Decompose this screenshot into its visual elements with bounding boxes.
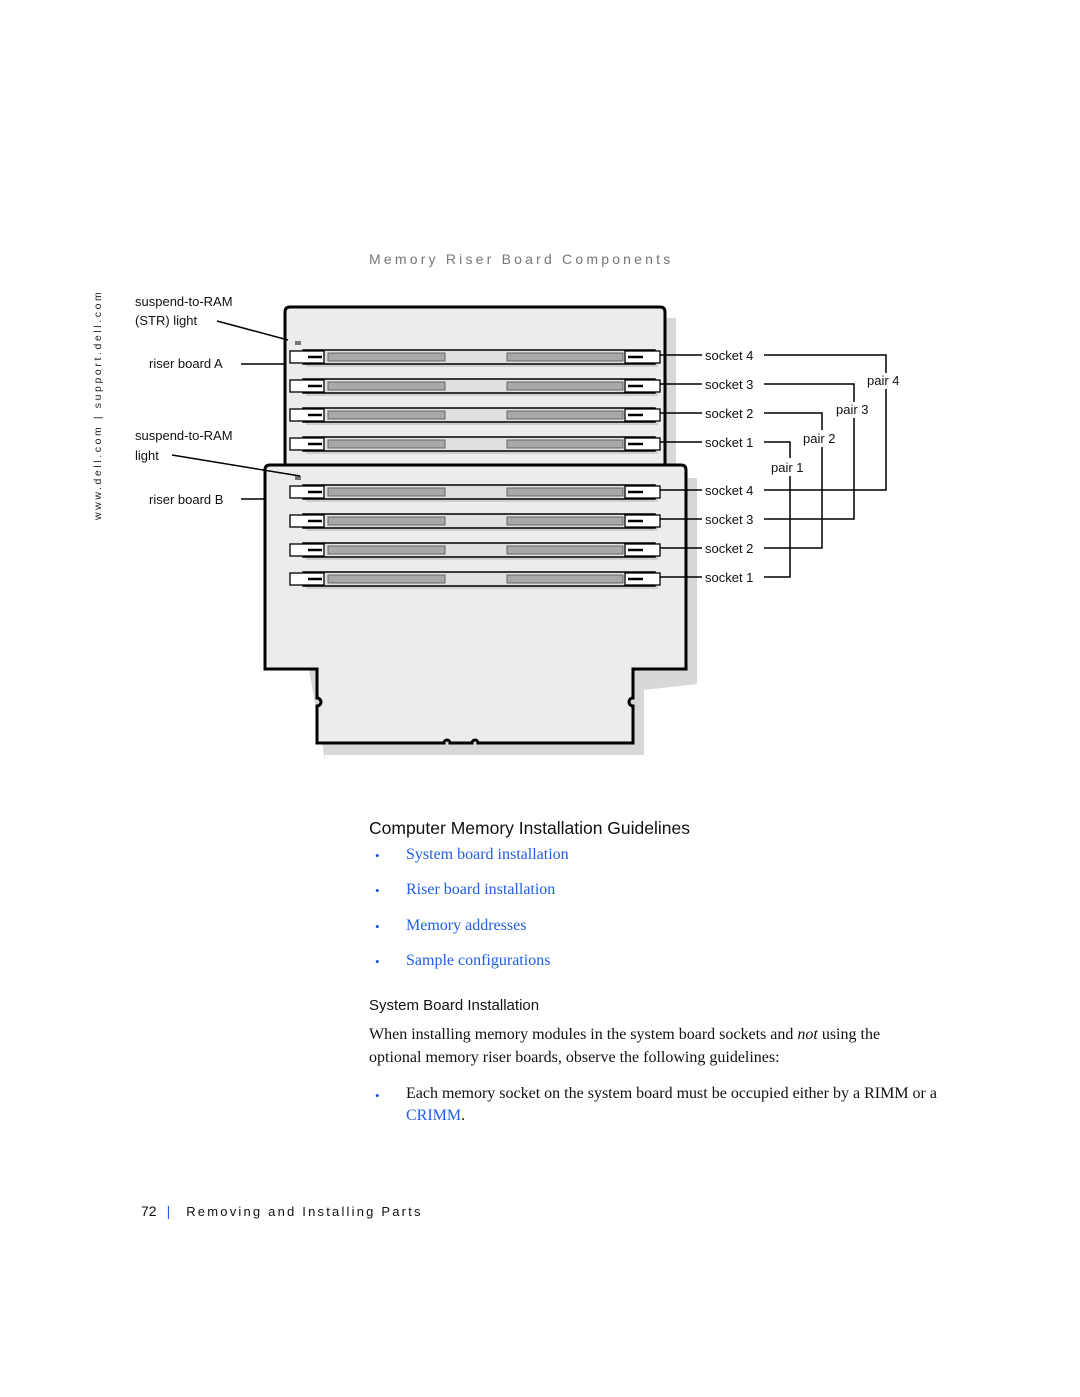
callout-riser-board-a: riser board A [149,356,223,371]
socket-label-b-2: socket 2 [705,541,753,556]
footer-section-title: Removing and Installing Parts [186,1204,423,1219]
socket-label-a-2: socket 2 [705,406,753,421]
guidelines-toc: • System board installation • Riser board … [369,846,569,987]
toc-link-system-board[interactable]: System board installation [406,846,569,864]
toc-item: • Memory addresses [369,917,569,952]
socket-label-b-3: socket 3 [705,512,753,527]
rimm-slot-a-2 [289,407,661,425]
rimm-slot-b-2 [289,542,661,560]
rimm-slot-a-4 [289,349,661,367]
toc-link-memory-addresses[interactable]: Memory addresses [406,917,526,935]
section-heading: Computer Memory Installation Guidelines [369,818,690,838]
callout-str-light-a-line2: (STR) light [135,313,198,328]
socket-label-a-4: socket 4 [705,348,753,363]
bullet-icon: • [375,848,380,863]
guideline-text-part: . [461,1106,466,1124]
toc-item: • System board installation [369,846,569,881]
socket-label-b-4: socket 4 [705,483,753,498]
riser-board-b [263,463,688,745]
memory-riser-diagram: suspend-to-RAM (STR) light riser board A… [135,294,900,760]
rimm-slot-b-3 [289,513,661,531]
bullet-icon: • [375,953,380,969]
socket-label-b-1: socket 1 [705,570,753,585]
pair-label-4: pair 4 [867,373,900,388]
socket-label-a-3: socket 3 [705,377,753,392]
pair-label-2: pair 2 [803,431,836,446]
toc-link-sample-configurations[interactable]: Sample configurations [406,952,550,970]
para-emphasis: not [797,1026,818,1043]
leader-str-light-a [216,320,289,341]
footer-separator: | [166,1203,171,1219]
guideline-item: • Each memory socket on the system board… [369,1083,939,1126]
rimm-slot-b-4 [289,484,661,502]
rimm-slot-a-1 [289,436,661,454]
page-footer: 72 | Removing and Installing Parts [141,1203,423,1219]
toc-item: • Sample configurations [369,952,569,987]
toc-item: • Riser board installation [369,881,569,916]
toc-link-riser-board[interactable]: Riser board installation [406,881,555,899]
bullet-icon: • [375,883,380,899]
pair-label-1: pair 1 [771,460,804,475]
intro-paragraph: When installing memory modules in the sy… [369,1024,929,1069]
bullet-icon: • [375,1088,380,1103]
crimm-link[interactable]: CRIMM [406,1107,461,1124]
para-text: When installing memory modules in the sy… [369,1026,798,1043]
page-number: 72 [141,1203,157,1219]
rimm-slot-b-1 [289,571,661,589]
guideline-text-part: Each memory socket on the system board m… [406,1085,937,1102]
pair-label-3: pair 3 [836,402,869,417]
guideline-text: Each memory socket on the system board m… [406,1083,939,1126]
subsection-heading: System Board Installation [369,997,540,1014]
socket-label-a-1: socket 1 [705,435,753,450]
rimm-slot-a-3 [289,378,661,396]
callout-riser-board-b: riser board B [149,492,223,507]
bullet-icon: • [375,918,380,934]
callout-str-light-b-line2: light [135,448,159,463]
callout-str-light-a-line1: suspend-to-RAM [135,294,233,309]
callout-str-light-b-line1: suspend-to-RAM [135,428,233,443]
